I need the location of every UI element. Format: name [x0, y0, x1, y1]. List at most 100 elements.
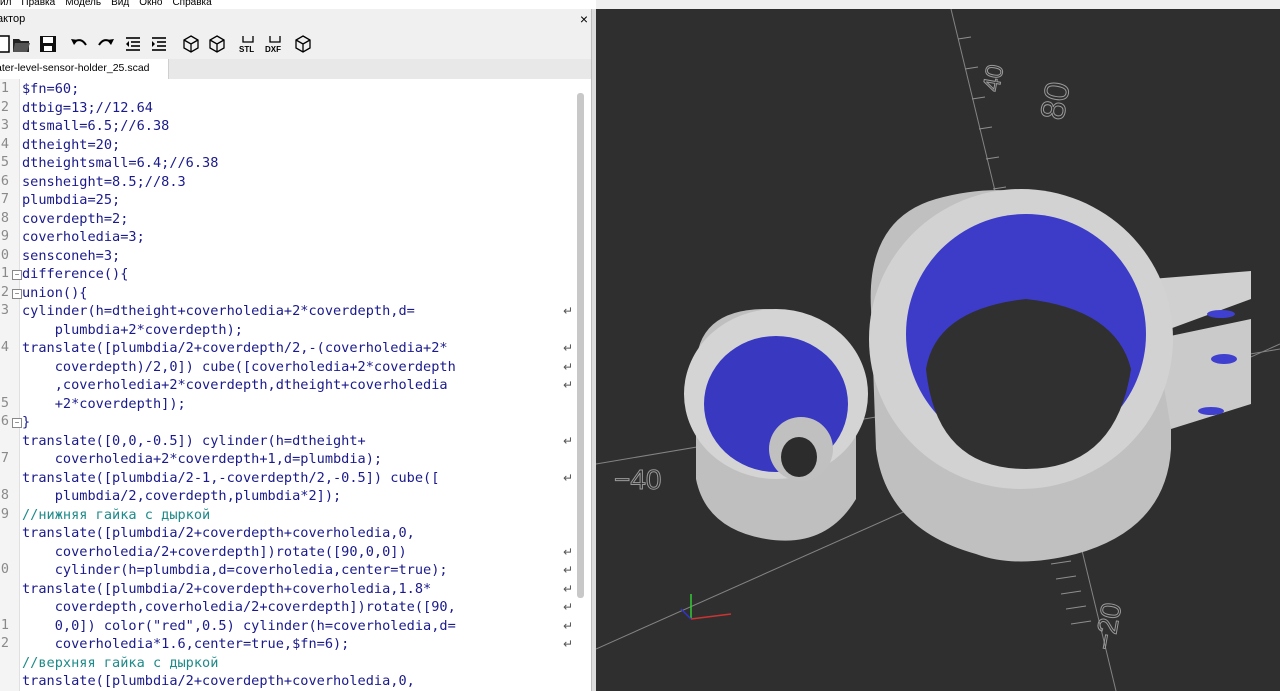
menu-item[interactable]: Окно	[139, 0, 162, 8]
line-number-text: 3	[0, 117, 9, 133]
code-line[interactable]: plumbdia+2*coverdepth);	[22, 321, 243, 340]
menu-bar: ил Правка Модель Вид Окно Справка	[0, 0, 596, 9]
wrap-marker-icon: ↵	[563, 618, 574, 633]
code-line[interactable]: dtsmall=6.5;//6.38	[22, 117, 169, 136]
code-line[interactable]: coverholedia+2*coverdepth+1,d=plumbdia);	[22, 450, 382, 469]
fold-toggle-icon[interactable]: −	[12, 270, 22, 280]
code-line[interactable]: //верхняя гайка с дыркой	[22, 654, 218, 673]
line-number: 8	[0, 487, 18, 503]
unindent-icon[interactable]	[122, 33, 144, 55]
line-number-text: 4	[0, 339, 9, 355]
wrap-marker-icon: ↵	[563, 378, 574, 392]
code-line[interactable]: coverholedia=3;	[22, 228, 145, 247]
open-file-icon[interactable]	[10, 33, 32, 55]
preview-icon[interactable]	[180, 33, 202, 55]
wrap-marker-icon: ↵	[563, 433, 574, 448]
fold-toggle-icon[interactable]: −	[12, 288, 22, 299]
line-number: 5	[0, 395, 18, 411]
code-line[interactable]: translate([0,0,-0.5]) cylinder(h=dtheigh…	[22, 432, 366, 451]
code-line[interactable]: translate([plumbdia/2-1,-coverdepth/2,-0…	[22, 469, 439, 488]
tab-scad-file[interactable]: ater-level-sensor-holder_25.scad	[0, 59, 169, 79]
code-line[interactable]: plumbdia/2,coverdepth,plumbdia*2]);	[22, 487, 341, 506]
menu-item[interactable]: Модель	[65, 0, 101, 8]
line-number-text: 7	[0, 191, 9, 207]
code-line[interactable]: coverdepth)/2,0]) cube([coverholedia+2*c…	[22, 358, 456, 377]
code-line[interactable]: translate([plumbdia/2+coverdepth/2,-(cov…	[22, 339, 448, 358]
tab-label: ater-level-sensor-holder_25.scad	[0, 62, 150, 74]
line-number: 1	[0, 80, 18, 96]
code-line[interactable]: dtbig=13;//12.64	[22, 99, 153, 118]
line-number: 2	[0, 635, 18, 651]
code-line[interactable]: coverdepth,coverholedia/2+coverdepth])ro…	[22, 598, 456, 617]
code-line[interactable]: translate([plumbdia/2+coverdepth+coverho…	[22, 672, 415, 691]
line-number: 4	[0, 339, 18, 355]
line-number: 5	[0, 154, 18, 170]
code-line[interactable]: difference(){	[22, 265, 128, 284]
line-number: 9	[0, 506, 18, 522]
close-icon[interactable]: ×	[580, 9, 588, 29]
line-number: 0	[0, 561, 18, 577]
code-line[interactable]: }	[22, 413, 30, 432]
line-number: 9	[0, 228, 18, 244]
code-line[interactable]: coverholedia/2+coverdepth])rotate([90,0,…	[22, 543, 407, 562]
code-line[interactable]: coverholedia*1.6,center=true,$fn=6);	[22, 635, 350, 654]
menu-item[interactable]: Правка	[21, 0, 55, 8]
line-number-text: 9	[0, 228, 9, 244]
menu-item[interactable]: Вид	[111, 0, 129, 8]
line-number-text: 0	[0, 246, 9, 263]
line-number-text: 5	[0, 154, 9, 170]
fold-toggle-icon[interactable]: −	[12, 418, 22, 428]
code-line[interactable]: //нижняя гайка с дыркой	[22, 506, 210, 525]
axis-label: −20	[1089, 600, 1128, 652]
line-number-text: 6	[0, 413, 9, 429]
code-line[interactable]: union(){	[22, 284, 87, 303]
line-number: 3	[0, 302, 18, 318]
wrap-marker-icon: ↵	[563, 563, 574, 577]
3d-viewport[interactable]: 40 80 −40 −20	[596, 9, 1280, 691]
redo-icon[interactable]	[95, 33, 117, 55]
wrap-marker-icon: ↵	[563, 544, 574, 559]
editor-toolbar: STL DXF	[0, 29, 596, 59]
code-line[interactable]: sensheight=8.5;//8.3	[22, 173, 186, 192]
indent-icon[interactable]	[148, 33, 170, 55]
render-icon[interactable]	[206, 33, 228, 55]
editor-tab-bar: ater-level-sensor-holder_25.scad	[0, 59, 596, 80]
wrap-marker-icon: ↵	[563, 341, 574, 355]
line-number: 1	[0, 617, 18, 633]
export-stl-icon[interactable]: STL	[237, 33, 259, 55]
code-line[interactable]: plumbdia=25;	[22, 191, 120, 210]
code-line[interactable]: cylinder(h=plumbdia,d=coverholedia,cente…	[22, 561, 448, 580]
send-to-print-icon[interactable]	[292, 33, 314, 55]
code-line[interactable]: ,coverholedia+2*coverdepth,dtheight+cove…	[22, 376, 448, 395]
menu-item[interactable]: ил	[0, 0, 11, 8]
code-line[interactable]: sensconeh=3;	[22, 247, 120, 266]
export-dxf-icon[interactable]: DXF	[264, 33, 286, 55]
code-line[interactable]: dtheightsmall=6.4;//6.38	[22, 154, 218, 173]
line-number-text: 9	[0, 505, 9, 522]
code-editor[interactable]: 1 2 3 4 5 6 7 8 9 0 1−2−3 4 5 6−7 8 9 0 1 2 $fn=60; dtbig=1…	[0, 79, 596, 691]
code-line[interactable]: 0,0]) color("red",0.5) cylinder(h=coverh…	[22, 617, 456, 636]
axis-label: 40	[978, 63, 1009, 94]
line-number: 4	[0, 136, 18, 152]
code-line[interactable]: translate([plumbdia/2+coverdepth+coverho…	[22, 524, 415, 543]
line-number-text: 1	[0, 616, 9, 633]
line-number-text: 1	[0, 80, 9, 96]
save-icon[interactable]	[37, 33, 59, 55]
undo-icon[interactable]	[68, 33, 90, 55]
code-line[interactable]: coverdepth=2;	[22, 210, 128, 229]
wrap-marker-icon: ↵	[563, 359, 574, 374]
code-line[interactable]: dtheight=20;	[22, 136, 120, 155]
code-line[interactable]: +2*coverdepth]);	[22, 395, 186, 414]
line-number: 3	[0, 117, 18, 133]
code-line[interactable]: $fn=60;	[22, 80, 79, 99]
wrap-marker-icon: ↵	[563, 581, 574, 596]
svg-text:STL: STL	[239, 45, 254, 54]
editor-title-bar: актор ×	[0, 9, 596, 29]
code-line[interactable]: translate([plumbdia/2+coverdepth+coverho…	[22, 580, 431, 599]
code-line[interactable]: cylinder(h=dtheight+coverholedia+2*cover…	[22, 302, 415, 321]
menu-item[interactable]: Справка	[172, 0, 211, 8]
line-number-text: 2	[0, 635, 9, 651]
line-number-text: 8	[0, 487, 9, 503]
editor-scrollbar[interactable]	[577, 93, 584, 598]
wrap-marker-icon: ↵	[563, 637, 574, 651]
